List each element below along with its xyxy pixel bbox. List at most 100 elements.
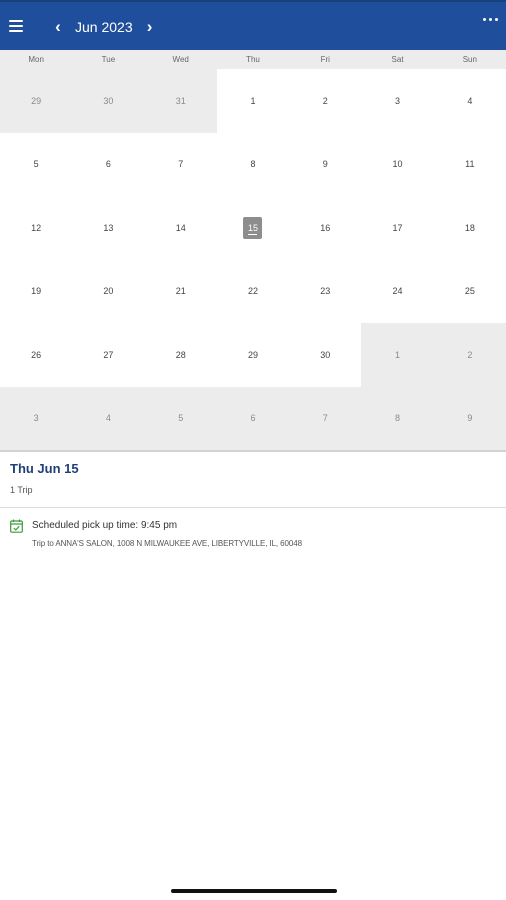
calendar-day[interactable]: 11 [434,133,506,197]
previous-month-button[interactable]: ‹ [50,15,66,39]
calendar-day-number: 26 [31,349,42,360]
calendar-day[interactable]: 30 [289,323,361,387]
calendar-grid: 29 30 31 1 2 3 4 5 6 7 8 9 10 11 12 13 14 15 16 17 18 19 20 21 2… [0,69,506,452]
calendar-day[interactable]: 5 [0,133,72,197]
weekday-label: Wed [172,55,189,64]
calendar-day-number: 24 [392,286,403,297]
weekday-label: Sat [391,55,404,64]
calendar-day-number: 7 [322,413,328,424]
calendar-day-number: 9 [322,159,328,170]
month-title[interactable]: Jun 2023 [66,15,142,39]
calendar-day[interactable]: 3 [0,386,73,450]
month-navigation: ‹ Jun 2023 › [50,15,158,39]
calendar-day[interactable]: 29 [0,69,73,133]
trip-count: 1 Trip [10,485,33,495]
calendar-day[interactable]: 5 [144,386,217,450]
calendar-day[interactable]: 21 [145,260,217,324]
weekday-label: Mon [28,55,44,64]
selected-date-header: Thu Jun 15 1 Trip [0,452,506,508]
calendar-day-number: 25 [464,286,475,297]
calendar-day[interactable]: 24 [361,260,433,324]
calendar-day[interactable]: 31 [144,69,217,133]
calendar-day[interactable]: 2 [289,69,361,133]
calendar-day[interactable]: 10 [361,133,433,197]
calendar-day-number: 29 [247,349,258,360]
calendar-day-number: 2 [467,349,473,360]
more-options-icon[interactable] [483,18,498,21]
calendar-day-number: 17 [392,222,403,233]
app-bar: ‹ Jun 2023 › [0,0,506,50]
calendar-day-number: 6 [250,413,256,424]
calendar-day-number: 5 [178,413,184,424]
calendar-day[interactable]: 14 [145,196,217,260]
calendar-day-number: 8 [395,413,401,424]
calendar-day-number: 23 [320,286,331,297]
calendar-day-number: 21 [175,286,186,297]
pickup-time: Scheduled pick up time: 9:45 pm [32,520,178,531]
calendar-day[interactable]: 9 [289,133,361,197]
calendar-day[interactable]: 23 [289,260,361,324]
calendar-day[interactable]: 13 [72,196,144,260]
calendar-day-number: 5 [33,159,39,170]
calendar-day[interactable]: 25 [434,260,506,324]
calendar-day-number: 2 [322,95,328,106]
calendar-day[interactable]: 26 [0,323,72,387]
calendar-day-number: 15 [243,216,263,239]
calendar-day[interactable]: 28 [145,323,217,387]
weekday-label: Fri [320,55,330,64]
calendar-day-number: 7 [178,159,184,170]
calendar-day[interactable]: 8 [361,386,434,450]
calendar-day[interactable]: 29 [217,323,289,387]
selected-date-title: Thu Jun 15 [10,461,79,476]
calendar-day-number: 20 [103,286,114,297]
calendar-day[interactable]: 6 [72,133,144,197]
home-indicator [171,889,337,893]
next-month-button[interactable]: › [142,15,158,39]
calendar-day[interactable]: 1 [361,323,434,387]
hamburger-menu-icon[interactable] [9,20,23,32]
calendar-day-number: 8 [250,159,256,170]
calendar-day[interactable]: 27 [72,323,144,387]
calendar-day[interactable]: 22 [217,260,289,324]
calendar-day[interactable]: 9 [433,386,506,450]
calendar-day[interactable]: 8 [217,133,289,197]
weekday-label: Sun [462,55,477,64]
calendar-day-number: 13 [103,222,114,233]
calendar-day[interactable]: 4 [434,69,506,133]
calendar-day[interactable]: 18 [434,196,506,260]
calendar-day[interactable]: 3 [361,69,433,133]
trip-list-item[interactable]: Scheduled pick up time: 9:45 pm Trip to … [0,508,506,558]
calendar-day-number: 31 [175,95,186,106]
calendar-day-number: 14 [175,222,186,233]
calendar-day[interactable]: 19 [0,260,72,324]
calendar-day-number: 4 [105,413,111,424]
calendar-day[interactable]: 4 [72,386,145,450]
calendar-day-number: 28 [175,349,186,360]
weekday-label: Tue [101,55,116,64]
calendar-day[interactable]: 7 [145,133,217,197]
calendar-day[interactable]: 1 [217,69,289,133]
calendar-day-number: 18 [464,222,475,233]
calendar-day[interactable]: 2 [433,323,506,387]
calendar-day-number: 1 [395,349,401,360]
calendar-day-number: 3 [33,413,39,424]
calendar-day-number: 3 [395,95,401,106]
calendar-day[interactable]: 7 [289,386,362,450]
calendar-day-number: 6 [105,159,111,170]
calendar-day-number: 11 [465,159,475,170]
calendar-day-selected[interactable]: 15 [217,196,289,260]
calendar-day-number: 1 [250,95,256,106]
calendar-day[interactable]: 20 [72,260,144,324]
calendar-day[interactable]: 17 [361,196,433,260]
calendar-day[interactable]: 30 [72,69,145,133]
weekday-header: Mon Tue Wed Thu Fri Sat Sun [0,50,506,69]
calendar-day[interactable]: 6 [216,386,290,450]
calendar-day-number: 12 [31,222,42,233]
calendar-day-number: 19 [31,286,42,297]
calendar-day[interactable]: 16 [289,196,361,260]
calendar-day-number: 30 [320,349,331,360]
calendar-day-number: 4 [467,95,473,106]
calendar-check-icon [10,519,23,533]
calendar-day[interactable]: 12 [0,196,72,260]
calendar-day-number: 27 [103,349,114,360]
